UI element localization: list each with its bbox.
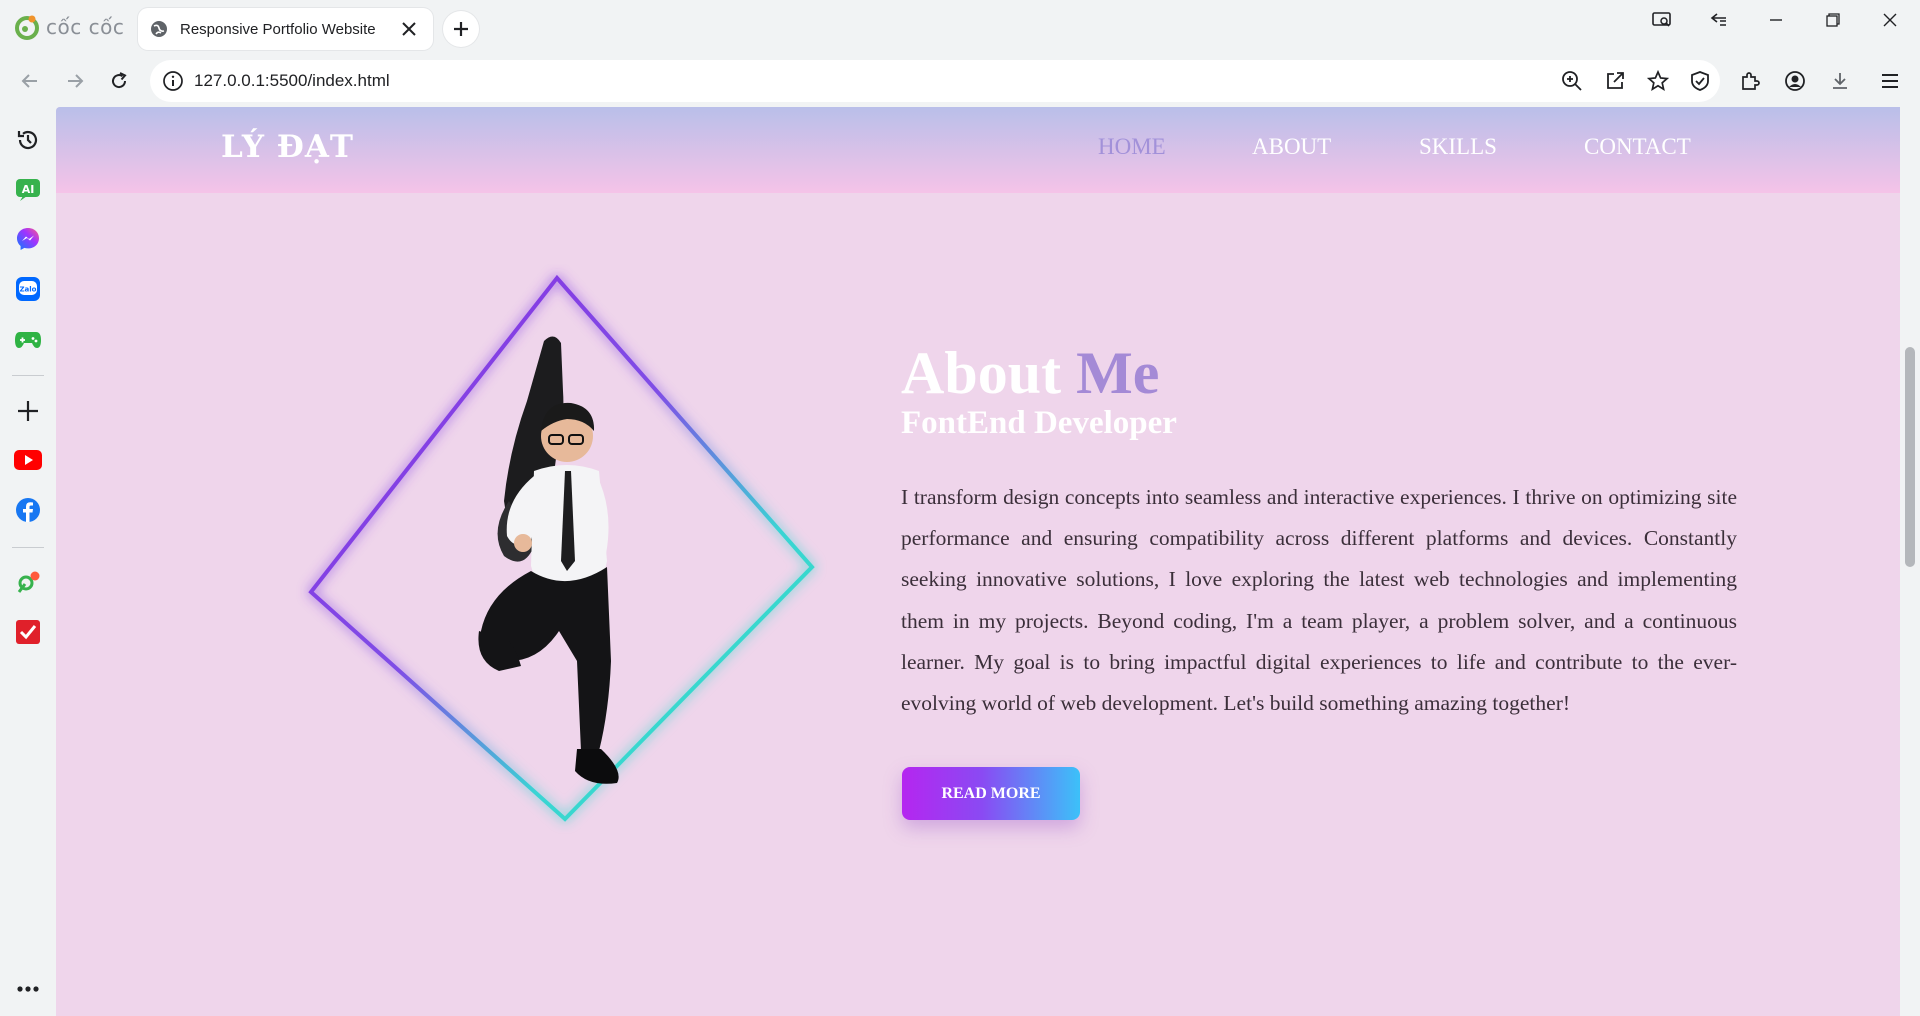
tab-search-icon[interactable] xyxy=(1634,0,1690,40)
shield-icon[interactable] xyxy=(1684,65,1716,97)
site-header: LÝ ĐẠT HOME ABOUT SKILLS CONTACT xyxy=(56,107,1900,193)
browser-sidebar: AI Zalo xyxy=(0,107,56,1016)
address-bar[interactable]: 127.0.0.1:5500/index.html xyxy=(150,60,1720,102)
back-icon[interactable] xyxy=(12,63,48,99)
brand-name: cốc cốc xyxy=(46,15,125,39)
about-title-main: About xyxy=(901,340,1062,406)
facebook-icon[interactable] xyxy=(12,494,44,526)
zoom-icon[interactable] xyxy=(1556,65,1588,97)
sidebar-divider xyxy=(12,375,44,376)
bookmark-star-icon[interactable] xyxy=(1642,65,1674,97)
close-window-icon[interactable] xyxy=(1862,0,1918,40)
forward-icon[interactable] xyxy=(57,63,93,99)
game-icon[interactable] xyxy=(12,323,44,355)
tab-title: Responsive Portfolio Website xyxy=(180,20,376,38)
nav-home[interactable]: HOME xyxy=(1098,134,1166,160)
new-tab-button[interactable] xyxy=(443,11,479,47)
svg-text:AI: AI xyxy=(22,183,35,196)
browser-brand[interactable]: cốc cốc xyxy=(14,12,124,42)
about-paragraph: I transform design concepts into seamles… xyxy=(901,485,1737,716)
download-icon[interactable] xyxy=(1824,65,1856,97)
messenger-icon[interactable] xyxy=(12,223,44,255)
scrollbar-thumb[interactable] xyxy=(1905,347,1915,567)
nav-skills[interactable]: SKILLS xyxy=(1419,134,1497,160)
plus-icon xyxy=(454,22,468,36)
zalo-icon[interactable]: Zalo xyxy=(12,273,44,305)
coccoc-logo-icon xyxy=(15,15,39,40)
page-scrollbar[interactable] xyxy=(1900,107,1920,1016)
extensions-icon[interactable] xyxy=(1734,65,1766,97)
task-icon[interactable] xyxy=(12,616,44,648)
about-title: About Me xyxy=(901,339,1159,408)
about-title-accent: Me xyxy=(1076,340,1160,406)
reload-icon[interactable] xyxy=(101,63,137,99)
globe-icon xyxy=(151,21,167,37)
nav-contact[interactable]: CONTACT xyxy=(1584,134,1691,160)
browser-titlebar: cốc cốc Responsive Portfolio Website xyxy=(0,0,1920,55)
share-icon[interactable] xyxy=(1599,65,1631,97)
history-icon[interactable] xyxy=(12,124,44,156)
maps-icon[interactable] xyxy=(12,567,44,599)
profile-icon[interactable] xyxy=(1779,65,1811,97)
sidebar-divider xyxy=(12,547,44,548)
tab-active[interactable]: Responsive Portfolio Website xyxy=(138,8,433,50)
info-icon[interactable] xyxy=(162,70,184,92)
site-logo[interactable]: LÝ ĐẠT xyxy=(221,129,354,165)
nav-about[interactable]: ABOUT xyxy=(1252,134,1331,160)
page-viewport: LÝ ĐẠT HOME ABOUT SKILLS CONTACT About M… xyxy=(56,107,1900,1016)
profile-photo xyxy=(478,336,619,784)
svg-text:Zalo: Zalo xyxy=(19,286,36,294)
youtube-icon[interactable] xyxy=(12,444,44,476)
tab-close-icon[interactable] xyxy=(397,17,421,41)
browser-toolbar: 127.0.0.1:5500/index.html xyxy=(0,55,1920,107)
sidebar-toggle-icon[interactable] xyxy=(1691,0,1747,40)
about-subtitle: FontEnd Developer xyxy=(901,405,1177,441)
minimize-icon[interactable] xyxy=(1748,0,1804,40)
ai-icon[interactable]: AI xyxy=(12,173,44,205)
more-icon[interactable] xyxy=(12,973,44,1005)
restore-icon[interactable] xyxy=(1805,0,1861,40)
add-icon[interactable] xyxy=(12,395,44,427)
read-more-button[interactable]: READ MORE xyxy=(902,767,1080,820)
url-text[interactable]: 127.0.0.1:5500/index.html xyxy=(194,71,390,91)
menu-icon[interactable] xyxy=(1874,65,1906,97)
